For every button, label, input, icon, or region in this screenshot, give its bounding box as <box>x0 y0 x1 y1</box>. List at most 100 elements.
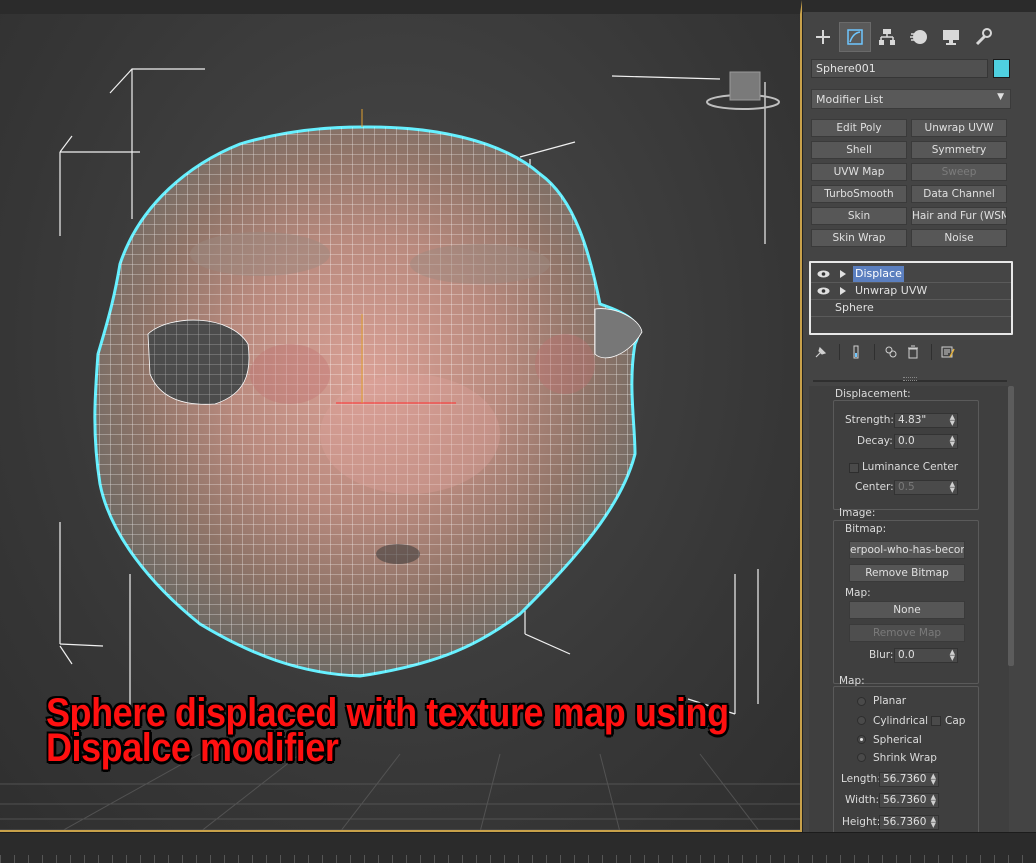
perspective-viewport[interactable]: Sphere displaced with texture map using … <box>0 0 802 832</box>
panel-scrollbar[interactable] <box>1008 386 1014 666</box>
expand-triangle-icon[interactable] <box>840 270 846 278</box>
command-panel: Modifier List ▼ Edit PolyUnwrap UVWShell… <box>802 12 1036 832</box>
pin-stack-button[interactable] <box>811 343 831 361</box>
modifier-button-symmetry[interactable]: Symmetry <box>911 141 1007 159</box>
stack-item-label: Sphere <box>835 301 874 314</box>
strength-value: 4.83" <box>898 414 927 426</box>
timeline-ticks <box>0 855 1036 863</box>
planar-radio[interactable] <box>857 697 866 706</box>
width-label: Width: <box>845 794 880 806</box>
modifier-button-uvw-map[interactable]: UVW Map <box>811 163 907 181</box>
width-spinner[interactable]: 56.7360 ▲ ▼ <box>879 793 939 808</box>
displacement-group-title: Displacement: <box>835 388 911 400</box>
spinner-arrows-icon: ▲ ▼ <box>949 434 955 448</box>
cylindrical-radio[interactable] <box>857 716 866 725</box>
eye-icon[interactable] <box>817 287 830 295</box>
displaced-sphere-mesh[interactable] <box>93 125 643 678</box>
toolbar-divider <box>874 344 875 360</box>
shrink-wrap-radio[interactable] <box>857 753 866 762</box>
hierarchy-tab[interactable] <box>871 22 903 52</box>
center-spinner[interactable]: 0.5 ▲ ▼ <box>894 480 958 495</box>
displace-parameters-rollout: Displacement: Strength: 4.83" ▲ ▼ Decay: 0… <box>809 386 1009 832</box>
display-tab[interactable] <box>935 22 967 52</box>
length-value: 56.7360 <box>883 773 927 785</box>
modify-tab[interactable] <box>839 22 871 52</box>
length-spinner[interactable]: 56.7360 ▲ ▼ <box>879 772 939 787</box>
toolbar-divider <box>839 344 840 360</box>
spinner-arrows-icon: ▲ ▼ <box>949 648 955 662</box>
object-name-field[interactable] <box>811 59 988 78</box>
modifier-button-data-channel[interactable]: Data Channel <box>911 185 1007 203</box>
modifier-button-noise[interactable]: Noise <box>911 229 1007 247</box>
make-unique-icon <box>885 346 897 358</box>
modifier-button-shell[interactable]: Shell <box>811 141 907 159</box>
caption-text: Sphere displaced with texture map using … <box>46 693 730 768</box>
modifier-button-skin[interactable]: Skin <box>811 207 907 225</box>
configure-icon <box>941 346 955 358</box>
spinner-arrows-icon: ▲ ▼ <box>949 413 955 427</box>
object-name-row <box>811 59 1031 79</box>
strength-spinner[interactable]: 4.83" ▲ ▼ <box>894 413 958 428</box>
map-none-button[interactable]: None <box>849 601 965 619</box>
center-label: Center: <box>855 481 894 493</box>
bitmap-button[interactable]: erpool-who-has-become- <box>849 541 965 559</box>
spinner-arrows-icon: ▲ ▼ <box>930 793 936 807</box>
decay-spinner[interactable]: 0.0 ▲ ▼ <box>894 434 958 449</box>
object-color-swatch[interactable] <box>993 59 1010 78</box>
modifier-list-dropdown[interactable]: Modifier List ▼ <box>811 89 1011 109</box>
stack-item-label: Unwrap UVW <box>855 284 928 297</box>
bitmap-label: Bitmap: <box>845 523 887 535</box>
stack-item-sphere[interactable]: Sphere <box>811 300 1011 317</box>
create-tab[interactable] <box>807 22 839 52</box>
expand-triangle-icon[interactable] <box>840 287 846 295</box>
motion-tab[interactable] <box>903 22 935 52</box>
spinner-arrows-icon: ▲ ▼ <box>930 815 936 829</box>
chevron-down-icon: ▼ <box>997 92 1004 102</box>
stack-item-label: Displace <box>853 266 904 282</box>
remove-map-button[interactable]: Remove Map <box>849 624 965 642</box>
remove-bitmap-button[interactable]: Remove Bitmap <box>849 564 965 582</box>
strength-label: Strength: <box>845 414 894 426</box>
length-label: Length: <box>841 773 881 785</box>
spherical-radio[interactable] <box>857 735 866 744</box>
shrink-wrap-label: Shrink Wrap <box>873 752 937 764</box>
show-end-result-button[interactable] <box>846 343 866 361</box>
blur-spinner[interactable]: 0.0 ▲ ▼ <box>894 648 958 663</box>
modifier-list-label: Modifier List <box>816 93 884 106</box>
stack-item-unwrap-uvw[interactable]: Unwrap UVW <box>811 283 1011 300</box>
display-icon <box>943 30 959 45</box>
image-group-title: Image: <box>839 507 876 519</box>
modifier-button-hair-and-fur-wsm[interactable]: Hair and Fur (WSM) <box>911 207 1007 225</box>
modifier-button-skin-wrap[interactable]: Skin Wrap <box>811 229 907 247</box>
utilities-tab[interactable] <box>967 22 999 52</box>
panel-divider-handle[interactable] <box>813 377 1007 382</box>
configure-sets-button[interactable] <box>938 343 958 361</box>
timeline-strip[interactable] <box>0 832 1036 863</box>
toolbar-divider <box>931 344 932 360</box>
height-value: 56.7360 <box>883 816 927 828</box>
hierarchy-icon <box>879 29 895 45</box>
height-spinner[interactable]: 56.7360 ▲ ▼ <box>879 815 939 830</box>
decay-value: 0.0 <box>898 435 915 447</box>
center-value: 0.5 <box>898 481 915 493</box>
make-unique-button[interactable] <box>881 343 901 361</box>
remove-modifier-button[interactable] <box>903 343 923 361</box>
cap-checkbox[interactable] <box>931 716 941 726</box>
modifier-button-edit-poly[interactable]: Edit Poly <box>811 119 907 137</box>
blur-value: 0.0 <box>898 649 915 661</box>
trash-icon <box>908 345 918 359</box>
create-icon <box>816 30 830 44</box>
modifier-stack[interactable]: Displace Unwrap UVW Sphere <box>809 261 1013 335</box>
modify-icon <box>847 29 863 45</box>
eye-icon[interactable] <box>817 270 830 278</box>
spinner-arrows-icon: ▲ ▼ <box>949 480 955 494</box>
stack-item-displace[interactable]: Displace <box>811 266 1011 283</box>
modifier-sets-buttons: Edit Poly Unwrap UVW Shell Symmetry UVW Map S… <box>811 119 1011 247</box>
viewcube-icon[interactable] <box>706 71 780 110</box>
command-panel-tabs <box>807 22 999 52</box>
modifier-button-turbosmooth[interactable]: TurboSmooth <box>811 185 907 203</box>
modifier-button-sweep[interactable]: Sweep <box>911 163 1007 181</box>
planar-label: Planar <box>873 695 907 707</box>
luminance-center-checkbox[interactable] <box>849 463 859 473</box>
modifier-button-unwrap-uvw[interactable]: Unwrap UVW <box>911 119 1007 137</box>
